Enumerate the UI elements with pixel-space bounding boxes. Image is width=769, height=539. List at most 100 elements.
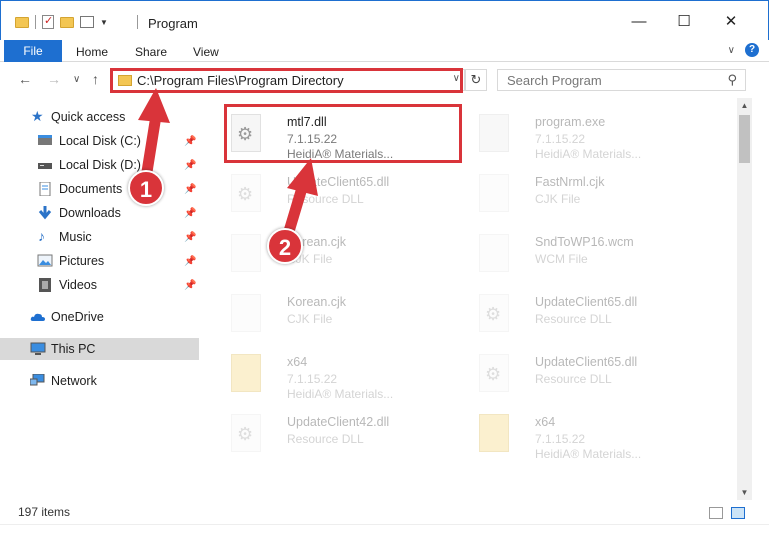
tab-home[interactable]: Home [76, 45, 108, 59]
tab-share[interactable]: Share [135, 45, 167, 59]
file-item[interactable]: Korean.cjk CJK File [223, 224, 463, 282]
gear-file-icon [479, 294, 509, 332]
sidebar-item-music[interactable]: ♪ Music 📌 [0, 226, 199, 248]
ribbon-right-controls: ∨ ? [728, 43, 759, 57]
item-count: 197 items [18, 505, 71, 519]
window-bottom-edge [0, 524, 769, 539]
vertical-scrollbar[interactable]: ▲ ▼ [737, 98, 752, 500]
file-description: HeidiA® Materials... [535, 147, 642, 161]
exe-icon [479, 114, 509, 152]
search-placeholder: Search Program [507, 73, 602, 88]
expand-ribbon-chevron-icon[interactable]: ∨ [728, 45, 735, 56]
file-item[interactable]: UpdateClient65.dll Resource DLL [471, 284, 711, 342]
blank-file-icon [479, 174, 509, 212]
sidebar-item-this-pc[interactable]: This PC [0, 338, 199, 360]
separator [35, 15, 36, 29]
sidebar-item-pictures[interactable]: Pictures 📌 [0, 250, 199, 272]
file-item[interactable]: UpdateClient65.dll Resource DLL [223, 164, 463, 222]
sidebar-item-onedrive[interactable]: OneDrive [0, 306, 199, 328]
drive-icon [38, 135, 52, 145]
new-folder-icon[interactable] [60, 16, 74, 28]
back-button[interactable]: ← [18, 71, 32, 87]
sidebar-item-label: This PC [51, 342, 96, 356]
pin-icon: 📌 [184, 255, 197, 267]
sidebar-item-videos[interactable]: Videos 📌 [0, 274, 199, 296]
sidebar-item-network[interactable]: Network [0, 370, 199, 392]
star-icon: ★ [31, 108, 44, 124]
properties-icon[interactable] [80, 16, 94, 28]
folder-file-icon [231, 354, 261, 392]
recent-locations-chevron-icon[interactable]: ∨ [73, 74, 80, 85]
file-item[interactable]: program.exe 7.1.15.22 HeidiA® Materials.… [471, 104, 711, 162]
scroll-up-icon[interactable]: ▲ [737, 98, 752, 113]
file-name: UpdateClient42.dll [287, 415, 390, 429]
tiles-view-icon[interactable] [731, 507, 745, 519]
folder-icon [15, 16, 29, 28]
file-item[interactable]: x64 7.1.15.22 HeidiA® Materials... [223, 344, 463, 402]
search-icon: ⚲ [727, 72, 737, 87]
file-version: 7.1.15.22 [535, 132, 586, 146]
file-item[interactable]: Korean.cjk CJK File [223, 284, 463, 342]
customize-toolbar-chevron-icon[interactable]: ▼ [100, 18, 108, 27]
search-input[interactable]: Search Program ⚲ [497, 69, 746, 91]
tab-view[interactable]: View [193, 45, 219, 59]
maximize-button[interactable]: ☐ [669, 11, 699, 33]
title-separator [137, 15, 138, 29]
sidebar-item-label: Local Disk (C:) [59, 134, 141, 148]
title-bar: ▼ Program — ☐ ✕ [0, 0, 769, 40]
drive-icon [38, 163, 52, 169]
sidebar-item-local-disk-c[interactable]: Local Disk (C:) 📌 [0, 130, 199, 152]
file-description: HeidiA® Materials... [287, 387, 394, 401]
file-name: Korean.cjk [287, 295, 347, 309]
scroll-down-icon[interactable]: ▼ [737, 485, 752, 500]
file-type: CJK File [287, 312, 333, 326]
close-button[interactable]: ✕ [716, 11, 746, 33]
file-highlight-box [224, 104, 462, 163]
blank-file-icon [231, 294, 261, 332]
details-view-icon[interactable] [709, 507, 723, 519]
sidebar-item-label: Downloads [59, 206, 121, 220]
file-type: Resource DLL [535, 312, 612, 326]
forward-button[interactable]: → [47, 71, 61, 87]
properties-check-icon[interactable] [42, 14, 54, 29]
sidebar-item-label: Quick access [51, 110, 126, 124]
file-type: Resource DLL [287, 192, 364, 206]
sidebar-item-label: Music [59, 230, 92, 244]
file-item[interactable]: SndToWP16.wcm WCM File [471, 224, 711, 282]
file-item[interactable]: FastNrml.cjk CJK File [471, 164, 711, 222]
file-name: x64 [535, 415, 556, 429]
gear-file-icon [479, 354, 509, 392]
sidebar-item-downloads[interactable]: Downloads 📌 [0, 202, 199, 224]
sidebar-item-documents[interactable]: Documents 📌 [0, 178, 199, 200]
documents-icon [39, 182, 51, 196]
refresh-button[interactable]: ↻ [465, 69, 487, 91]
file-item[interactable]: UpdateClient65.dll Resource DLL [471, 344, 711, 402]
sidebar-item-label: Local Disk (D:) [59, 158, 141, 172]
computer-icon [30, 342, 46, 355]
minimize-button[interactable]: — [624, 11, 654, 33]
up-button[interactable]: ↑ [92, 71, 99, 87]
sidebar-item-label: Pictures [59, 254, 105, 268]
help-icon[interactable]: ? [745, 43, 759, 57]
videos-icon [39, 278, 51, 292]
file-name: program.exe [535, 115, 606, 129]
status-bar: 197 items [0, 500, 769, 524]
pin-icon: 📌 [184, 207, 197, 219]
sidebar-item-local-disk-d[interactable]: Local Disk (D:) 📌 [0, 154, 199, 176]
callout-badge-1: 1 [128, 170, 164, 206]
tab-file[interactable]: File [4, 40, 62, 62]
file-name: FastNrml.cjk [535, 175, 605, 189]
pictures-icon [37, 254, 53, 267]
window-title: Program [148, 16, 198, 31]
pin-icon: 📌 [184, 183, 197, 195]
scrollbar-thumb[interactable] [739, 115, 750, 163]
file-item[interactable]: UpdateClient42.dll Resource DLL [223, 404, 463, 462]
file-type: CJK File [535, 192, 581, 206]
file-type: Resource DLL [287, 432, 364, 446]
file-description: HeidiA® Materials... [535, 447, 642, 461]
pin-icon: 📌 [184, 135, 197, 147]
file-item[interactable]: x64 7.1.15.22 HeidiA® Materials... [471, 404, 711, 462]
sidebar-item-quick-access[interactable]: ★ Quick access [0, 106, 199, 128]
download-icon [38, 206, 52, 220]
file-name: UpdateClient65.dll [535, 355, 638, 369]
